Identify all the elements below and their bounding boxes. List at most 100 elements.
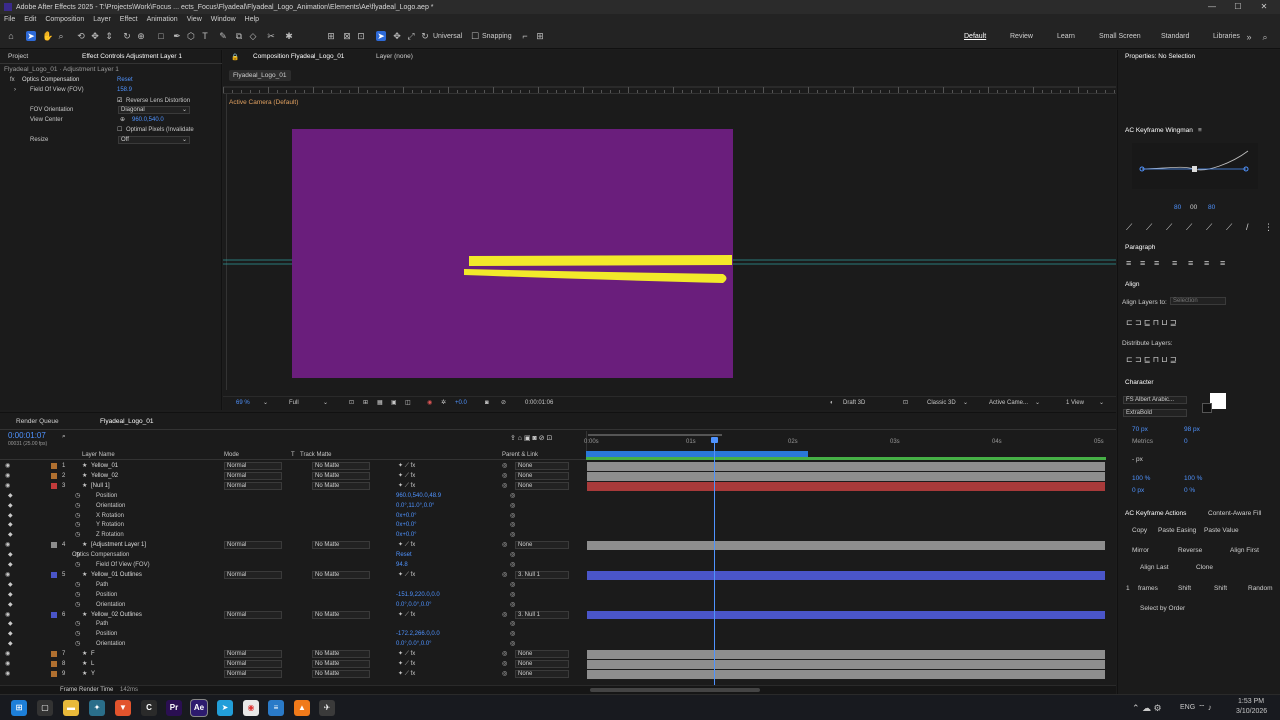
anchor-tool-icon[interactable]: ⊕ <box>136 31 146 41</box>
mode-dropdown[interactable]: Normal <box>224 650 282 659</box>
frames-count[interactable]: 1 <box>1126 585 1130 592</box>
view-layout-value[interactable]: 1 View <box>1066 398 1084 408</box>
baseline-value[interactable]: 0 px <box>1132 487 1144 494</box>
label-color-swatch[interactable] <box>51 670 57 677</box>
property-row[interactable]: ◆ ◷ Orientation 0.0°,0.0°,0.0° ◎ <box>0 600 1116 610</box>
layer-row[interactable]: ◉ 1 ★ Yellow_01 Normal No Matte ✦ ⟋ fx ◎ None <box>0 461 1116 471</box>
ease-preset-2-icon[interactable]: ⟋ <box>1146 222 1152 233</box>
track-matte-dropdown[interactable]: No Matte <box>312 462 370 470</box>
parent-dropdown[interactable]: None <box>515 471 569 480</box>
stopwatch-icon[interactable]: ◷ <box>75 580 80 590</box>
roto-tool-icon[interactable]: ✂ <box>266 31 276 41</box>
layer-duration-bar[interactable] <box>587 462 1105 471</box>
label-color-swatch[interactable] <box>51 611 57 618</box>
orbit-tool-icon[interactable]: ⟲ <box>76 31 86 41</box>
composition-viewer[interactable] <box>223 94 1116 390</box>
font-dropdown[interactable]: FS Albert Arabic... <box>1123 396 1187 404</box>
layer-row[interactable]: ◉ 7 ★ F Normal No Matte ✦ ⟋ fx ◎ None <box>0 649 1116 659</box>
home-icon[interactable]: ⌂ <box>6 31 16 41</box>
region-icon[interactable]: ◫ <box>405 398 411 408</box>
rectangle-tool-icon[interactable]: □ <box>156 31 166 41</box>
property-value[interactable]: 0.0°,0.0°,0.0° <box>396 639 432 649</box>
visibility-icon[interactable]: ◉ <box>5 610 10 620</box>
stopwatch-icon[interactable]: ◷ <box>75 530 80 540</box>
property-row[interactable]: ◆ ◷ Field Of View (FOV) 94.8 ◎ <box>0 560 1116 570</box>
notepad-icon[interactable]: ≡ <box>268 700 284 716</box>
label-color-swatch[interactable] <box>51 661 57 667</box>
align-edges-icon[interactable]: ⊏ ⊐ ⊑ ⊓ ⊔ ⊒ <box>1126 318 1176 327</box>
task-view-icon[interactable]: ▢ <box>37 700 53 716</box>
workspace-more-icon[interactable]: » <box>1244 32 1254 42</box>
layer-row[interactable]: ◉ 3 ★ [Null 1] Normal No Matte ✦ ⟋ fx ◎ None <box>0 481 1116 491</box>
ease-preset-5-icon[interactable]: ⟋ <box>1206 222 1212 233</box>
reverse-checkbox[interactable]: ☑ <box>117 96 122 106</box>
random-button[interactable]: Random <box>1248 585 1273 592</box>
reverse-button[interactable]: Reverse <box>1178 547 1202 554</box>
after-effects-icon[interactable]: Ae <box>191 700 207 716</box>
parent-dropdown[interactable]: None <box>515 541 569 550</box>
visibility-icon[interactable]: ◉ <box>5 649 10 659</box>
wingman-value-2[interactable]: 00 <box>1190 204 1197 211</box>
stopwatch-icon[interactable]: ◷ <box>75 560 80 570</box>
vlc-icon[interactable]: ▲ <box>294 700 310 716</box>
channel-icon[interactable]: ◉ <box>427 398 432 408</box>
ease-preset-7-icon[interactable]: / <box>1246 222 1249 232</box>
property-value[interactable]: 0x+0.0° <box>396 520 417 530</box>
font-size-value[interactable]: 70 px <box>1132 426 1148 433</box>
shift-button-1[interactable]: Shift <box>1178 585 1191 592</box>
stroke-width-value[interactable]: - px <box>1132 456 1143 463</box>
axis-world-icon[interactable]: ⊠ <box>342 31 352 41</box>
track-matte-dropdown[interactable]: No Matte <box>312 481 370 490</box>
search-icon[interactable]: ⌕ <box>62 433 66 441</box>
chevron-down-icon[interactable]: ⌄ <box>1099 398 1104 408</box>
fov-orientation-dropdown[interactable]: Diagonal ⌄ <box>118 106 190 114</box>
layer-row[interactable]: ◉ 5 ★ Yellow_01 Outlines Normal No Matte ✦ ⟋ f… <box>0 570 1116 580</box>
workspace-standard[interactable]: Standard <box>1161 33 1189 40</box>
rotate-tool-icon[interactable]: ↻ <box>122 31 132 41</box>
telegram-icon[interactable]: ➤ <box>217 700 233 716</box>
ease-preset-3-icon[interactable]: ⟋ <box>1166 222 1172 233</box>
parent-dropdown[interactable]: None <box>515 650 569 659</box>
track-matte-dropdown[interactable]: No Matte <box>312 650 370 659</box>
snap-a-icon[interactable]: ⌐ <box>520 31 530 41</box>
copy-button[interactable]: Copy <box>1132 527 1147 534</box>
clock-time[interactable]: 1:53 PM <box>1238 697 1264 707</box>
extended-viewer-icon[interactable]: ⊡ <box>903 398 908 408</box>
mode-dropdown[interactable]: Normal <box>224 471 282 480</box>
layer-duration-bar[interactable] <box>587 660 1105 669</box>
leading-value[interactable]: 98 px <box>1184 426 1200 433</box>
label-color-swatch[interactable] <box>51 542 57 549</box>
move-icon[interactable]: ✥ <box>392 31 402 41</box>
chevron-down-icon[interactable]: ⌄ <box>263 398 268 408</box>
draft3d-label[interactable]: Draft 3D <box>843 398 865 408</box>
chevron-down-icon[interactable]: ⌄ <box>323 398 328 408</box>
property-row[interactable]: ◆ ◷ Position -172.2,266.0,0.0 ◎ <box>0 629 1116 639</box>
zoom-value[interactable]: 69 % <box>236 398 250 408</box>
clone-tool-icon[interactable]: ⧉ <box>234 31 244 41</box>
label-color-swatch[interactable] <box>51 463 57 469</box>
stopwatch-icon[interactable]: ◷ <box>75 639 80 649</box>
keyframe-nav-icon[interactable]: ◆ <box>8 639 13 649</box>
align-center-icon[interactable]: ≡ <box>1140 258 1145 268</box>
property-row[interactable]: ◆ ◷ Z Rotation 0x+0.0° ◎ <box>0 530 1116 540</box>
snap-b-icon[interactable]: ⊞ <box>535 31 545 41</box>
property-value[interactable]: 960.0,540.0,48.9 <box>396 491 441 501</box>
label-color-swatch[interactable] <box>51 472 57 479</box>
eraser-tool-icon[interactable]: ◇ <box>248 31 258 41</box>
justify-all-icon[interactable]: ≡ <box>1220 258 1225 268</box>
align-to-dropdown[interactable]: Selection <box>1170 297 1226 305</box>
wingman-value-3[interactable]: 80 <box>1208 204 1215 211</box>
draft3d-icon[interactable]: ◐ <box>830 398 834 408</box>
menu-help[interactable]: Help <box>245 16 259 23</box>
more-icon[interactable]: ⋮ <box>1264 222 1273 233</box>
label-color-swatch[interactable] <box>51 571 57 578</box>
search-icon[interactable]: ⌕ <box>1260 32 1270 42</box>
brush-tool-icon[interactable]: ✎ <box>218 31 228 41</box>
property-value[interactable]: 0x+0.0° <box>396 511 417 521</box>
axis-view-icon[interactable]: ⊡ <box>356 31 366 41</box>
chrome-icon[interactable]: ◉ <box>243 700 259 716</box>
resolution-value[interactable]: Full <box>289 398 299 408</box>
tab-content-aware-fill[interactable]: Content-Aware Fill <box>1208 510 1261 517</box>
transparency-icon[interactable]: ▦ <box>377 398 383 408</box>
network-volume-icons[interactable]: ⌔ ♪ <box>1198 703 1212 713</box>
